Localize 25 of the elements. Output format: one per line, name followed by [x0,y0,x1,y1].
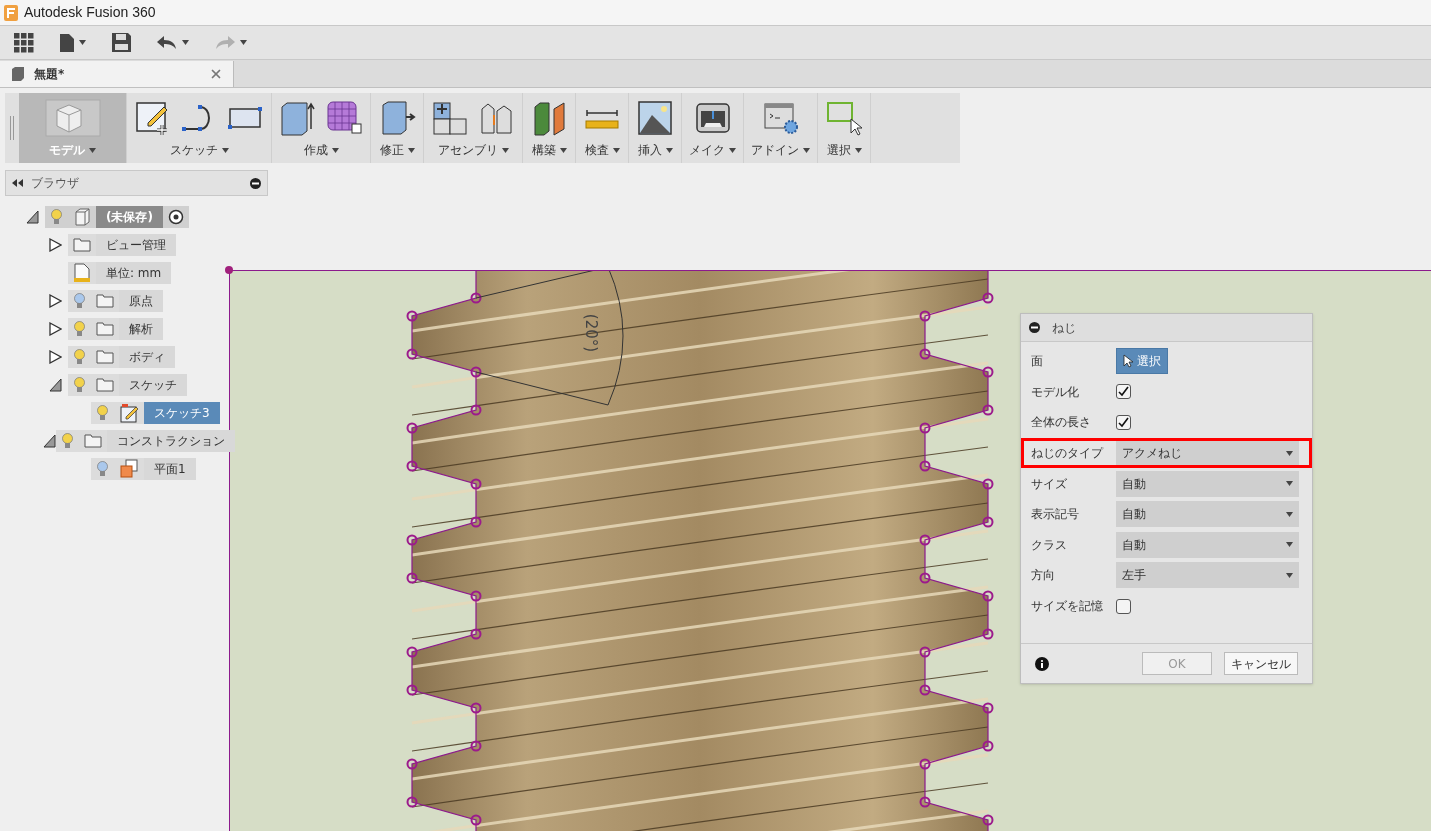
ribbon-label: 作成 [303,142,328,159]
ribbon-label: 構築 [531,142,556,159]
field-label: 表示記号 [1031,506,1080,524]
ribbon-label: 選択 [826,142,851,159]
ribbon-label: 修正 [379,142,404,159]
field-label: サイズ [1031,475,1068,493]
field-label: クラス [1031,536,1068,554]
field-label: 全体の長さ [1031,414,1092,432]
field-label: 方向 [1031,567,1056,585]
dimension-label: (20°) [582,313,600,353]
window-title: Autodesk Fusion 360 [24,3,156,22]
ribbon-label: モデル [49,142,85,159]
ribbon-label: アドイン [751,142,799,159]
tab-label: 無題* [34,66,66,83]
ribbon-label: 挿入 [637,142,662,159]
field-label: モデル化 [1031,383,1080,401]
ribbon-label: 検査 [584,142,609,159]
ribbon-label: メイク [689,142,725,159]
field-label: 面 [1031,353,1044,371]
dialog-title: ねじ [1052,319,1076,337]
field-label: サイズを記憶 [1031,598,1104,616]
field-label: ねじのタイプ [1031,445,1105,463]
ribbon-label: アセンブリ [437,142,498,159]
ribbon-label: スケッチ [169,142,218,159]
browser-title: ブラウザ [31,175,80,192]
